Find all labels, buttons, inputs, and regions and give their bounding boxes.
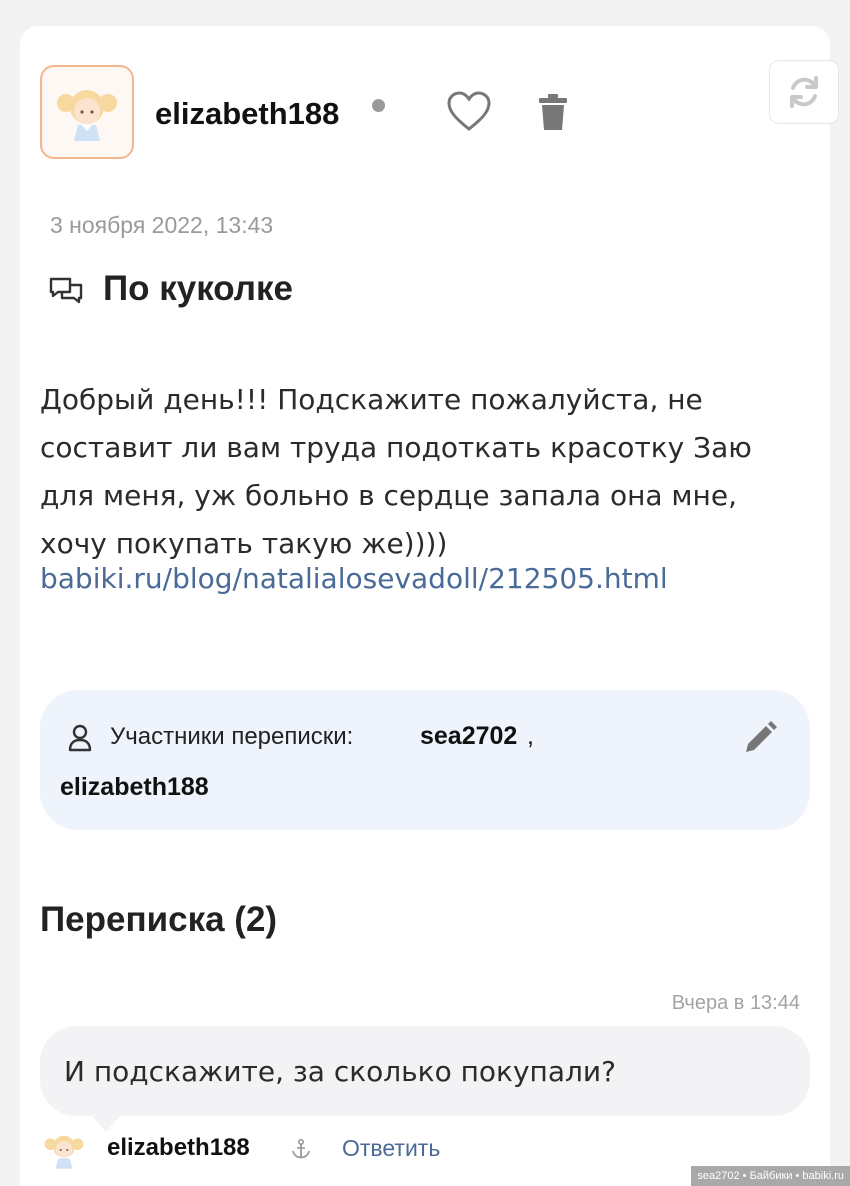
trash-icon bbox=[539, 94, 567, 130]
anchor-icon[interactable] bbox=[290, 1138, 312, 1160]
comment-author[interactable]: elizabeth188 bbox=[107, 1134, 250, 1162]
topic-title: По куколке bbox=[103, 269, 294, 308]
author-avatar[interactable] bbox=[40, 65, 134, 159]
message-link[interactable]: babiki.ru/blog/natalialosevadoll/212505.… bbox=[40, 562, 668, 595]
message-body: Добрый день!!! Подскажите пожалуйста, не… bbox=[40, 383, 752, 560]
pencil-icon bbox=[746, 721, 777, 752]
watermark: sea2702 • Байбики • babiki.ru bbox=[691, 1166, 850, 1186]
chat-bubbles-icon bbox=[48, 275, 84, 307]
comment-timestamp: Вчера в 13:44 bbox=[671, 992, 800, 1014]
refresh-icon bbox=[790, 76, 818, 108]
participant-link[interactable]: sea2702 bbox=[420, 722, 517, 751]
comment-text: И подскажите, за сколько покупали? bbox=[64, 1055, 616, 1088]
doll-avatar-icon bbox=[57, 90, 117, 141]
participants-panel: Участники переписки: sea2702 , elizabeth… bbox=[40, 690, 810, 830]
heart-icon bbox=[447, 91, 491, 131]
post-date: 3 ноября 2022, 13:43 bbox=[50, 212, 274, 238]
like-button[interactable] bbox=[445, 89, 493, 133]
comment-avatar[interactable] bbox=[44, 1130, 84, 1170]
participants-label: Участники переписки: bbox=[110, 723, 354, 750]
person-icon bbox=[68, 724, 92, 752]
comment-bubble: И подскажите, за сколько покупали? bbox=[40, 1026, 810, 1132]
edit-participants-button[interactable] bbox=[740, 718, 780, 758]
correspondence-title: Переписка (2) bbox=[40, 900, 278, 939]
refresh-button[interactable] bbox=[769, 60, 839, 124]
author-username[interactable]: elizabeth188 bbox=[155, 96, 339, 132]
reply-button[interactable]: Ответить bbox=[342, 1135, 440, 1162]
online-status-dot bbox=[372, 99, 385, 112]
participants-separator: , bbox=[527, 722, 534, 750]
doll-avatar-icon bbox=[44, 1135, 84, 1169]
delete-button[interactable] bbox=[536, 92, 570, 132]
participant-link[interactable]: elizabeth188 bbox=[60, 773, 209, 802]
